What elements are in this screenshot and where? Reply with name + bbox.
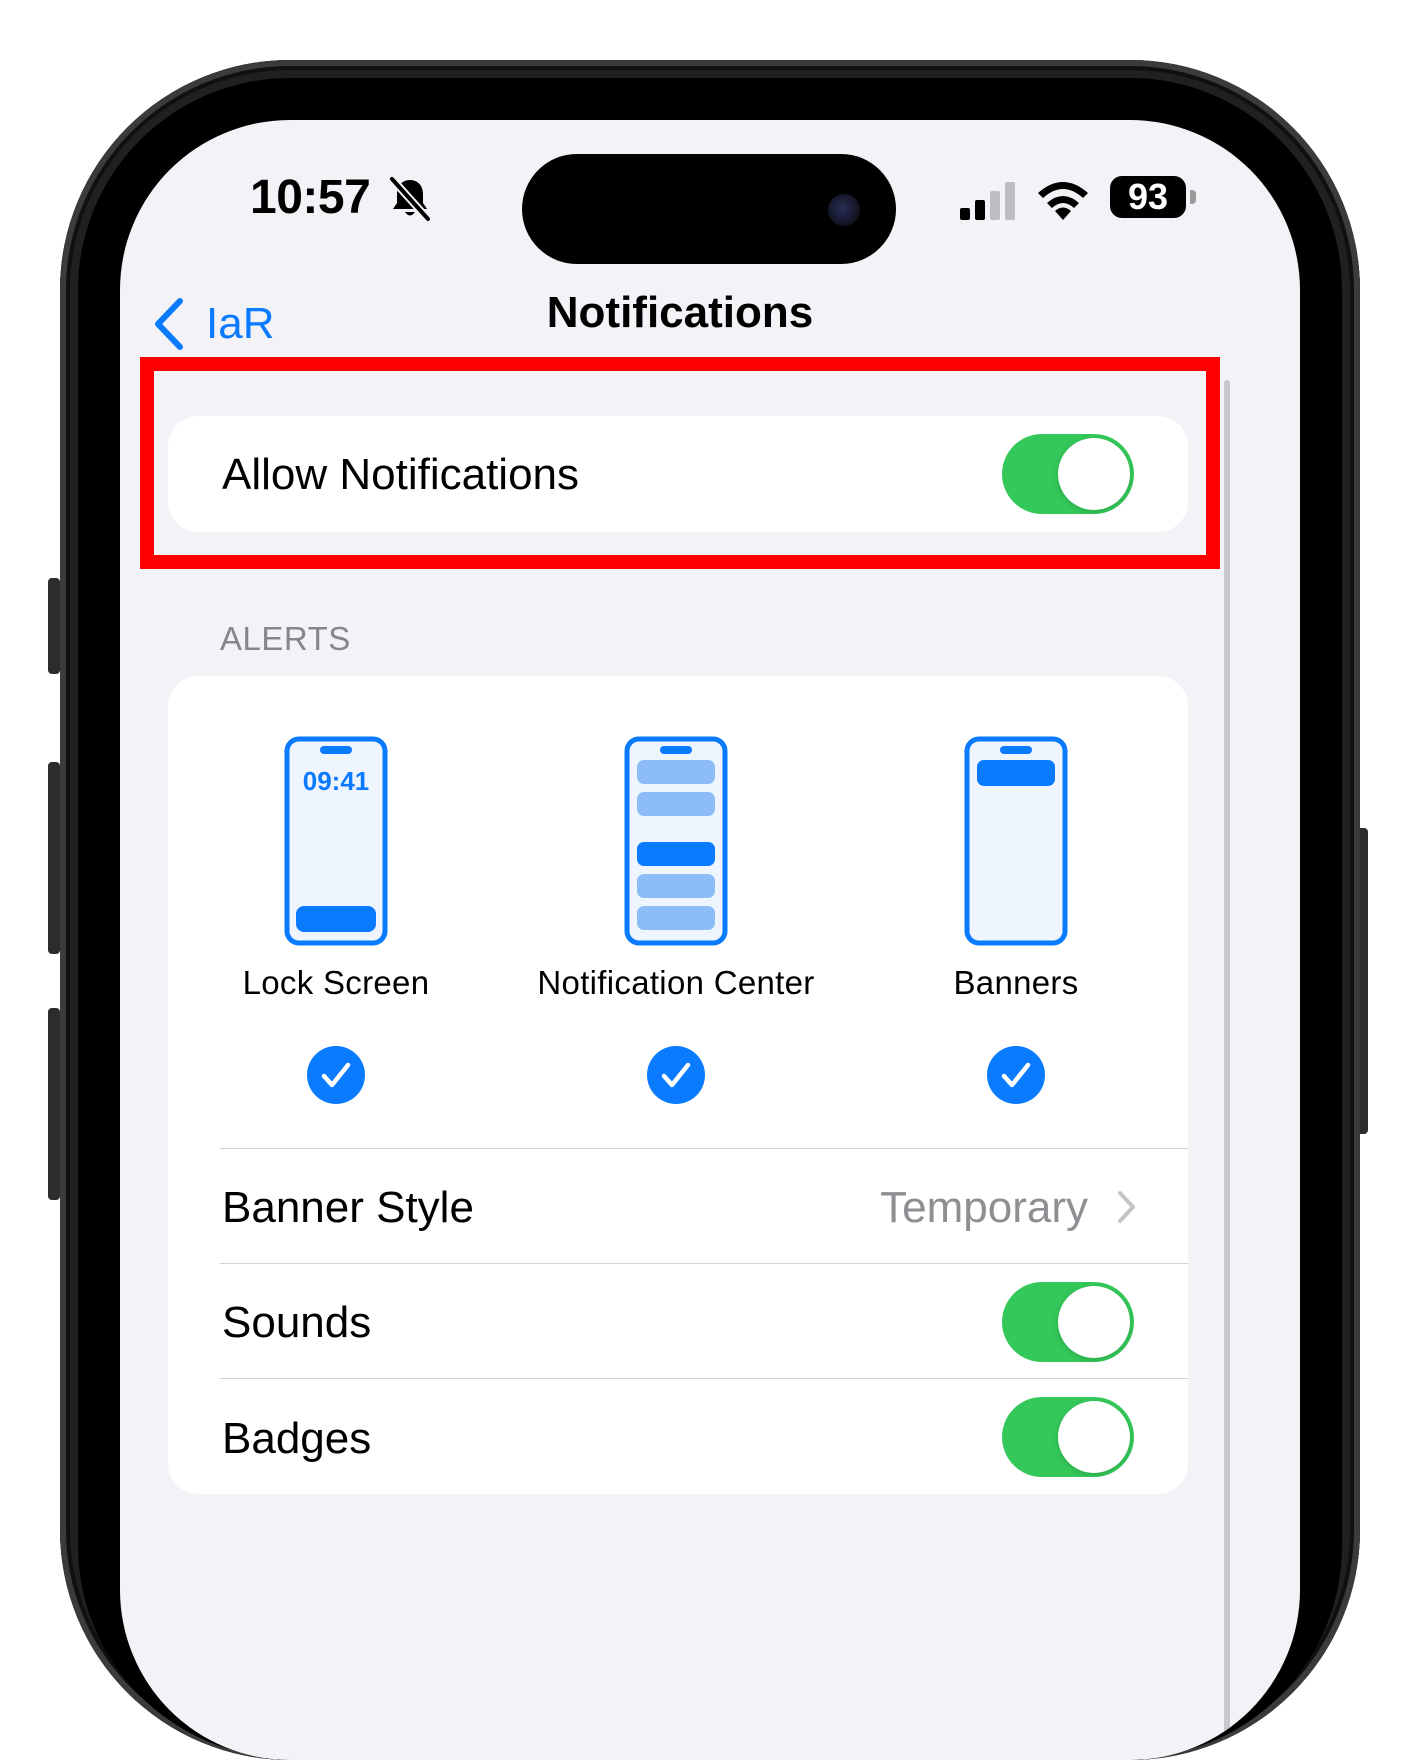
alert-option-label: Lock Screen [242, 964, 430, 1001]
banner-style-value: Temporary [880, 1183, 1088, 1232]
lock-screen-icon: 09:41 [284, 736, 388, 946]
sounds-toggle[interactable] [1002, 1282, 1134, 1362]
battery-icon: 93 [1110, 176, 1186, 218]
alert-option-label: Banners [953, 964, 1079, 1001]
bell-slash-icon [389, 176, 431, 222]
dynamic-island [522, 154, 896, 264]
checkmark-icon[interactable] [307, 1046, 365, 1104]
badges-toggle[interactable] [1002, 1397, 1134, 1477]
toggle-knob [1058, 1401, 1130, 1473]
volume-down-button [48, 1008, 60, 1200]
wifi-icon [1038, 182, 1088, 220]
lock-screen-preview-time: 09:41 [303, 766, 370, 796]
alert-option-label: Notification Center [537, 964, 815, 1001]
separator [220, 1263, 1188, 1264]
scroll-indicator [1224, 380, 1230, 1760]
action-button [48, 578, 60, 674]
alert-option-lock-screen[interactable]: 09:41 Lock Screen [176, 736, 496, 1104]
page-title: Notifications [546, 288, 814, 337]
cellular-signal-icon [960, 182, 1015, 220]
section-header-alerts: ALERTS [220, 620, 351, 657]
toggle-knob [1058, 1286, 1130, 1358]
volume-up-button [48, 762, 60, 954]
phone-screen: 10:57 93 IaR Notifications Allow Notific… [120, 120, 1300, 1760]
banner-style-label: Banner Style [222, 1183, 474, 1232]
badges-label: Badges [222, 1414, 372, 1463]
alerts-group: 09:41 Lock Screen Notification Center Ba… [168, 676, 1188, 1494]
status-time: 10:57 [250, 171, 371, 224]
camera-icon [828, 194, 860, 226]
highlight-annotation [140, 357, 1220, 569]
battery-tip [1190, 190, 1196, 204]
sounds-label: Sounds [222, 1298, 372, 1347]
checkmark-icon[interactable] [647, 1046, 705, 1104]
notification-center-icon [624, 736, 728, 946]
alert-option-notification-center[interactable]: Notification Center [516, 736, 836, 1104]
chevron-right-icon [1118, 1191, 1135, 1223]
checkmark-icon[interactable] [987, 1046, 1045, 1104]
banner-style-row[interactable]: Banner Style Temporary [168, 1149, 1188, 1263]
banners-icon [964, 736, 1068, 946]
separator [220, 1378, 1188, 1379]
alert-option-banners[interactable]: Banners [856, 736, 1176, 1104]
